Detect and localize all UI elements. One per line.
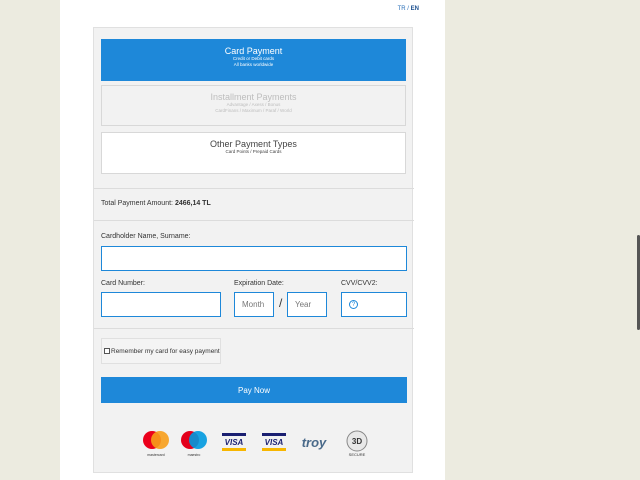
expiration-label: Expiration Date: [234,280,284,287]
remember-card-option[interactable]: Remember my card for easy payment [101,338,221,364]
cvv-help-icon[interactable]: ? [349,300,358,309]
option-card-payment[interactable]: Card Payment Credit or Debit cards All b… [101,39,406,81]
cvv-input[interactable]: ? [341,292,407,317]
payment-page: TR / EN Card Payment Credit or Debit car… [60,0,445,480]
expiration-slash: / [279,296,283,310]
card-number-label: Card Number: [101,280,145,287]
maestro-text: maestro [188,453,201,457]
option-other-title: Other Payment Types [210,139,297,149]
visa-electron-logo: VISA [262,433,286,451]
lang-tr-link[interactable]: TR [398,6,406,12]
payment-panel: Card Payment Credit or Debit cards All b… [93,27,414,473]
expiration-month-input[interactable]: Month [234,292,274,317]
visa-electron-text: VISA [265,438,284,447]
cardholder-input[interactable] [101,246,407,271]
total-amount-label: Total Payment Amount: [101,200,173,207]
pay-now-button[interactable]: Pay Now [101,377,407,403]
option-installment-sub2: CardFinans / Maximum / Paraf / World [215,108,292,113]
card-logos: mastercard maestro VISA VISA troy 3D SEC… [142,429,372,459]
total-amount: Total Payment Amount: 2466,14 TL [101,200,211,207]
option-installment-payments[interactable]: Installment Payments Advantage / Axess /… [101,85,406,126]
3d-secure-logo: 3D SECURE [346,430,368,457]
option-installment-title: Installment Payments [210,92,297,102]
divider-mid [94,220,414,221]
maestro-logo: maestro [181,431,207,457]
total-amount-value: 2466,14 TL [174,200,211,207]
troy-logo: troy [302,435,327,450]
troy-text: troy [302,435,327,450]
remember-card-checkbox[interactable] [104,348,110,354]
mastercard-text: mastercard [147,453,165,457]
visa-text: VISA [225,438,244,447]
cardholder-label: Cardholder Name, Surname: [101,233,191,240]
option-other-sub1: Card Points / Prepaid Cards [225,149,282,154]
option-card-sub2: All banks worldwide [233,62,274,67]
3d-secure-text: SECURE [349,452,366,457]
remember-card-label: Remember my card for easy payment [111,347,220,355]
mastercard-logo: mastercard [143,431,169,457]
lang-en-link[interactable]: EN [411,6,419,12]
cvv-label: CVV/CVV2: [341,280,378,287]
language-switch: TR / EN [398,6,419,12]
divider-top [94,188,414,189]
3d-secure-mark: 3D [352,437,362,446]
card-number-input[interactable] [101,292,221,317]
divider-form [94,328,414,329]
expiration-year-input[interactable]: Year [287,292,327,317]
option-other-payment-types[interactable]: Other Payment Types Card Points / Prepai… [101,132,406,174]
option-card-title: Card Payment [224,46,283,56]
visa-logo: VISA [222,433,246,451]
